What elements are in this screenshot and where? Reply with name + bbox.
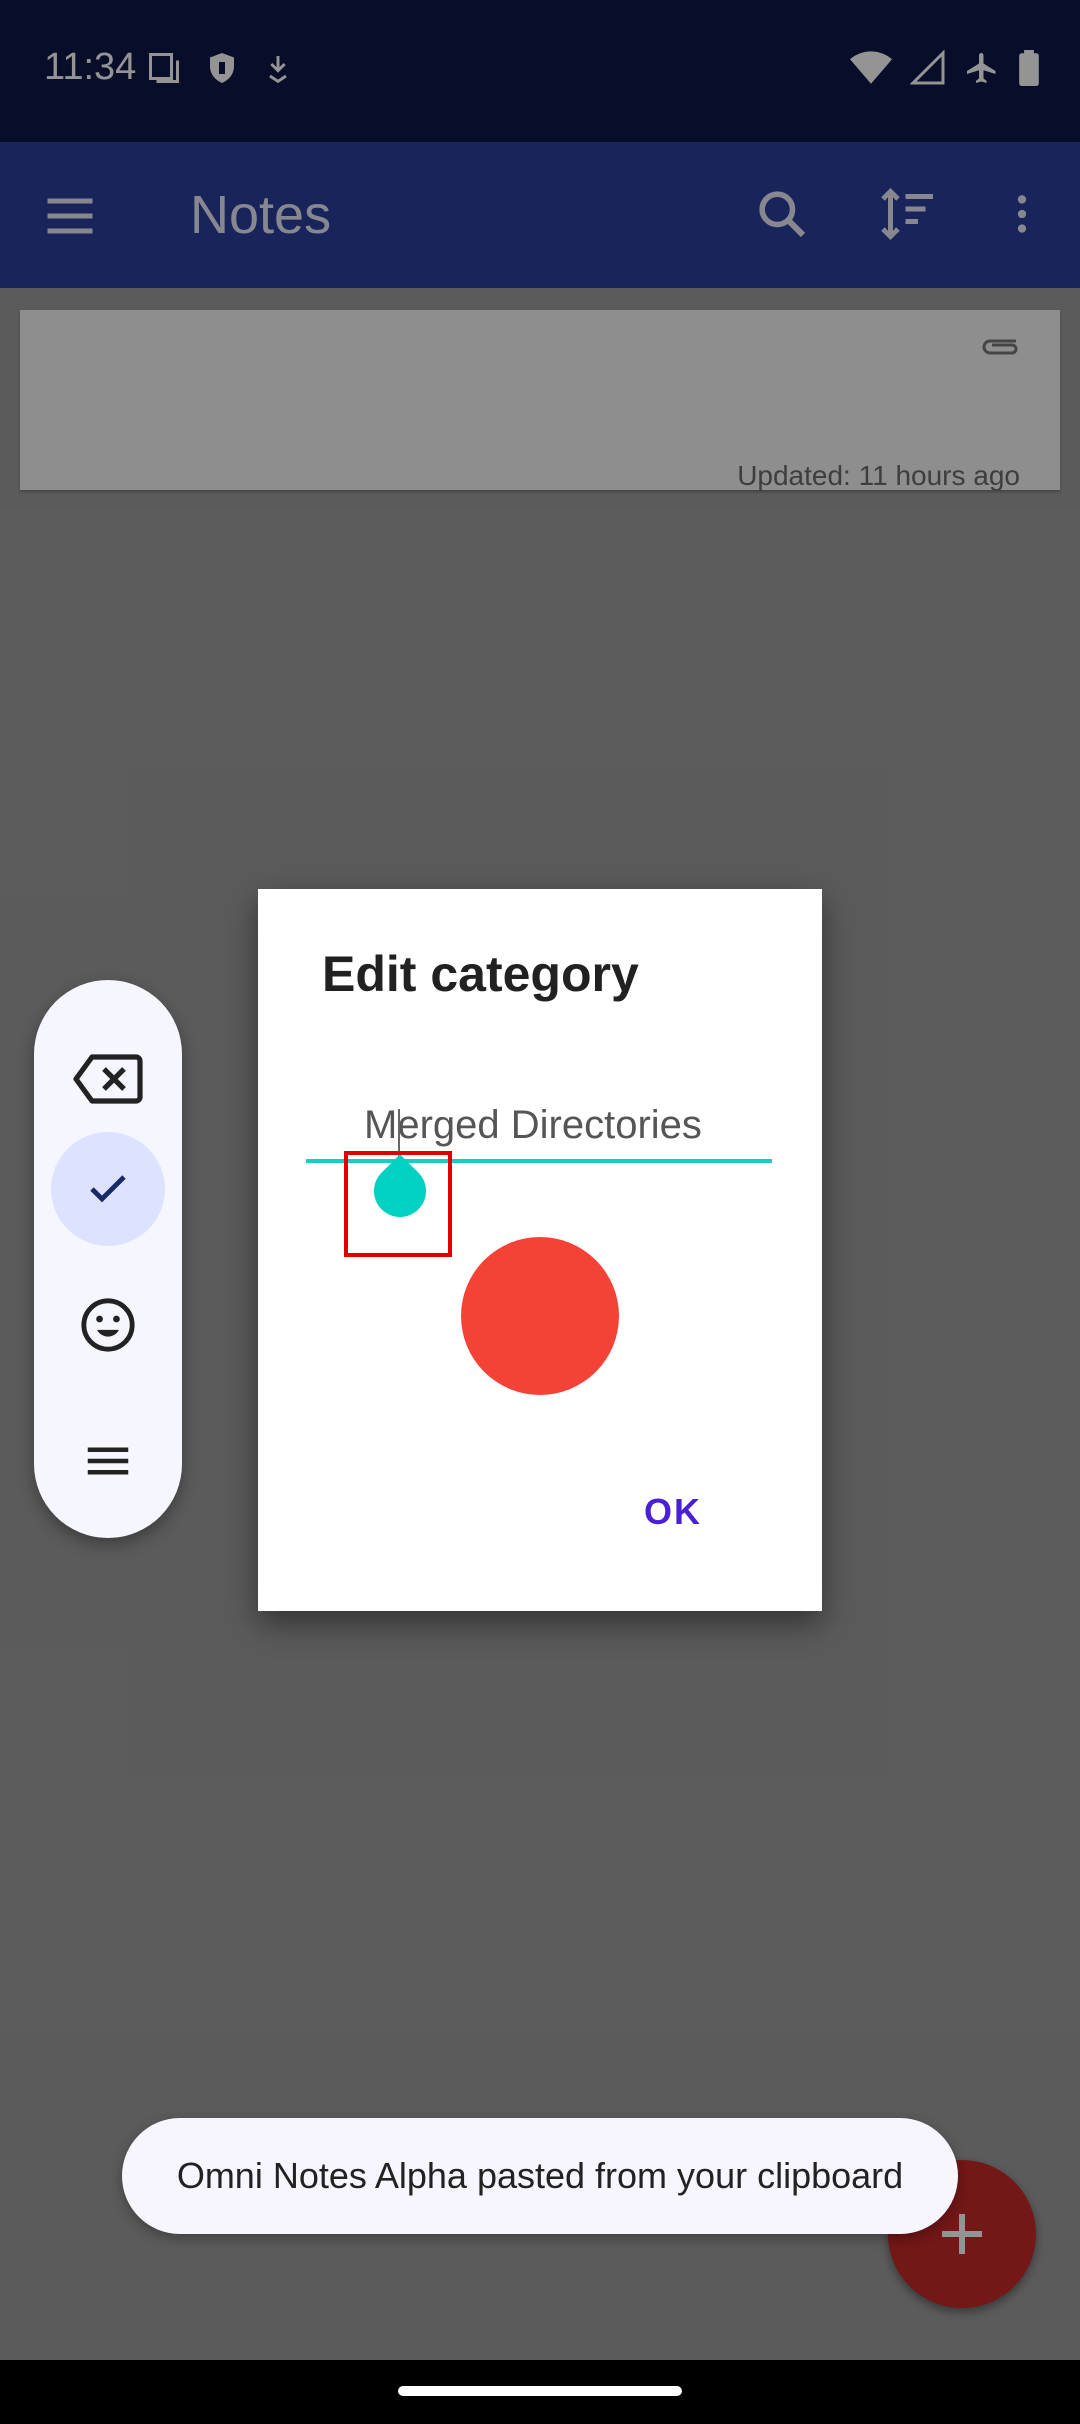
category-color-picker[interactable] [461, 1237, 619, 1395]
clipboard-snackbar: Omni Notes Alpha pasted from your clipbo… [122, 2118, 958, 2234]
edit-category-dialog: Edit category Merged Directories OK [258, 889, 822, 1611]
menu-icon[interactable] [51, 1404, 165, 1518]
check-icon[interactable] [51, 1132, 165, 1246]
dialog-title: Edit category [322, 946, 639, 1002]
emoji-icon[interactable] [51, 1268, 165, 1382]
ok-button[interactable]: OK [644, 1491, 702, 1533]
highlight-box [344, 1151, 452, 1257]
home-gesture-handle[interactable] [398, 2386, 682, 2396]
backspace-icon[interactable] [51, 1022, 165, 1136]
floating-keyboard-toolbar [34, 980, 182, 1538]
category-name-input[interactable]: Merged Directories [364, 1103, 702, 1148]
